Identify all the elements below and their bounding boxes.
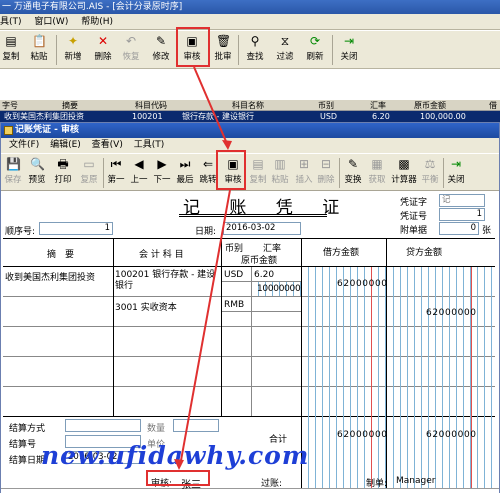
annotation-arrows: [174, 66, 232, 470]
